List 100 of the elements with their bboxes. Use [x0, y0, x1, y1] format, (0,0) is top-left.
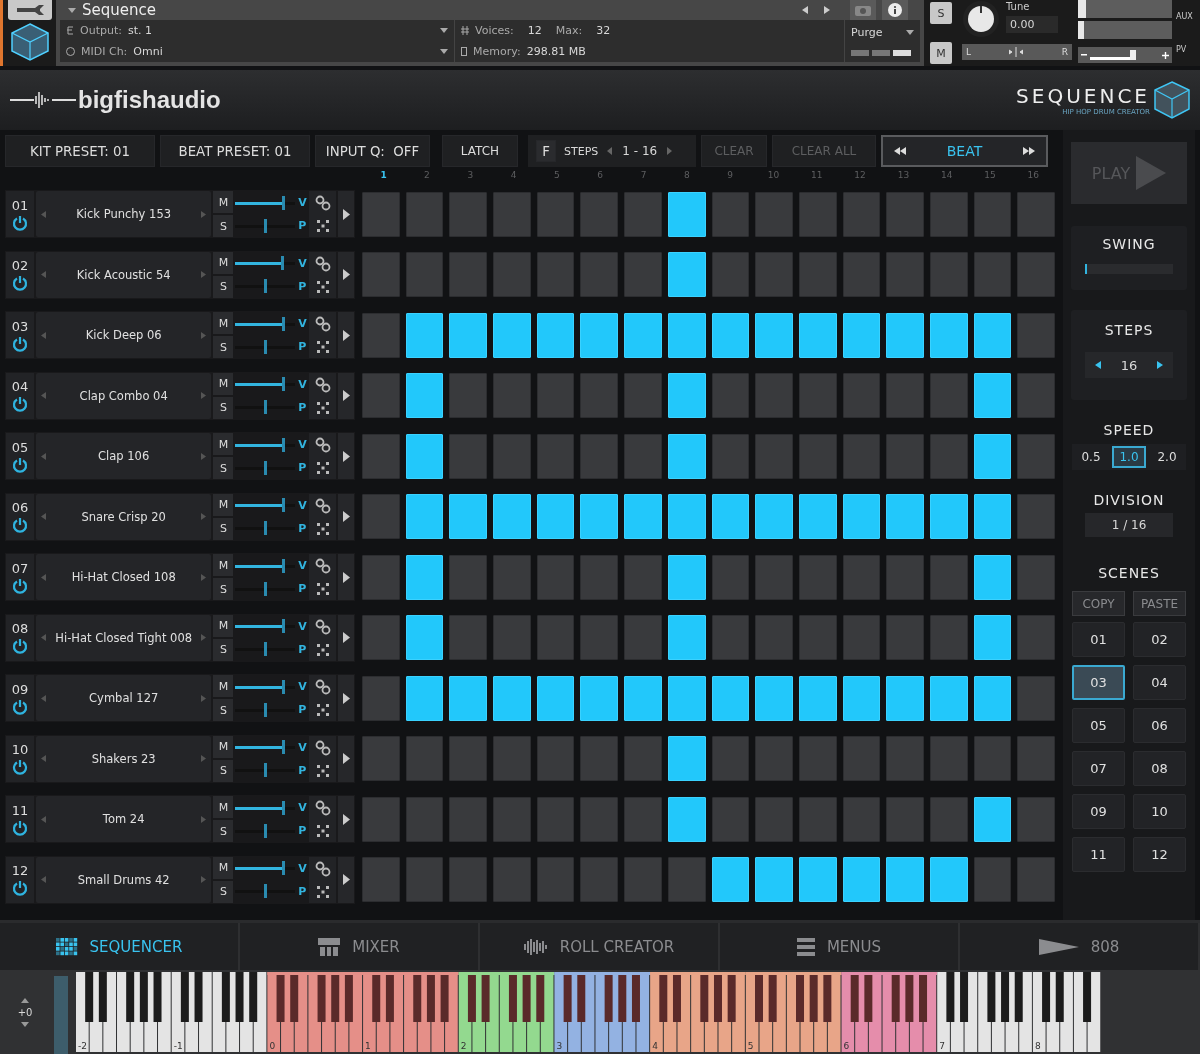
- mute-button[interactable]: M: [213, 372, 234, 395]
- solo-button[interactable]: S: [213, 820, 234, 843]
- plus-icon[interactable]: [1162, 51, 1169, 59]
- link-icon[interactable]: [314, 195, 331, 212]
- octave-keys-drawing[interactable]: [745, 972, 841, 1052]
- volume-slider[interactable]: [235, 619, 296, 634]
- pan-slider[interactable]: [235, 884, 296, 899]
- power-icon[interactable]: [11, 517, 28, 534]
- pan-slider[interactable]: [235, 823, 296, 838]
- solo-button[interactable]: S: [213, 880, 234, 903]
- pan-slider[interactable]: [235, 460, 296, 475]
- rewind-icon[interactable]: [893, 147, 907, 155]
- steps-stepper[interactable]: 16: [1085, 352, 1173, 378]
- expand-button[interactable]: [338, 554, 354, 601]
- pan-slider[interactable]: [235, 279, 296, 294]
- dice-icon[interactable]: [315, 582, 330, 597]
- scene-button[interactable]: 03: [1072, 665, 1125, 700]
- scene-button[interactable]: 06: [1133, 708, 1186, 743]
- scene-button[interactable]: 12: [1133, 837, 1186, 872]
- power-icon[interactable]: [11, 638, 28, 655]
- dice-icon[interactable]: [315, 884, 330, 899]
- mute-button[interactable]: M: [213, 675, 234, 698]
- power-icon[interactable]: [11, 396, 28, 413]
- link-icon[interactable]: [314, 618, 331, 635]
- volume-slider[interactable]: [235, 679, 296, 694]
- scene-button[interactable]: 02: [1133, 622, 1186, 657]
- power-icon[interactable]: [11, 880, 28, 897]
- link-icon[interactable]: [314, 800, 331, 817]
- mute-button[interactable]: M: [213, 856, 234, 879]
- link-icon[interactable]: [314, 860, 331, 877]
- volume-slider[interactable]: [235, 437, 296, 452]
- scene-button[interactable]: 05: [1072, 708, 1125, 743]
- speed-option[interactable]: 2.0: [1150, 446, 1184, 468]
- scene-button[interactable]: 07: [1072, 751, 1125, 786]
- up-arrow-icon[interactable]: [21, 997, 29, 1003]
- power-icon[interactable]: [11, 698, 28, 715]
- expand-button[interactable]: [338, 856, 354, 903]
- solo-button[interactable]: S: [930, 2, 952, 24]
- scene-button[interactable]: 04: [1133, 665, 1186, 700]
- dice-icon[interactable]: [315, 461, 330, 476]
- scene-button[interactable]: 01: [1072, 622, 1125, 657]
- solo-button[interactable]: S: [213, 578, 234, 601]
- solo-button[interactable]: S: [213, 215, 234, 238]
- octave-keys-drawing[interactable]: [937, 972, 1032, 1052]
- volume-slider[interactable]: [235, 377, 296, 392]
- mute-button[interactable]: M: [213, 554, 234, 577]
- link-icon[interactable]: [314, 679, 331, 696]
- previous-arrow-icon[interactable]: [802, 6, 808, 14]
- dice-icon[interactable]: [315, 521, 330, 536]
- octave-keys-drawing[interactable]: [171, 972, 267, 1052]
- power-icon[interactable]: [11, 275, 28, 292]
- link-icon[interactable]: [314, 316, 331, 333]
- power-icon[interactable]: [11, 456, 28, 473]
- link-icon[interactable]: [314, 437, 331, 454]
- volume-slider[interactable]: [235, 316, 296, 331]
- power-icon[interactable]: [11, 819, 28, 836]
- octave-keys-drawing[interactable]: [458, 972, 554, 1052]
- pan-handle-icon[interactable]: [1009, 47, 1024, 57]
- solo-button[interactable]: S: [213, 759, 234, 782]
- solo-button[interactable]: S: [213, 699, 234, 722]
- pan-slider[interactable]: L R: [962, 44, 1072, 60]
- tune-knob[interactable]: [962, 0, 1000, 38]
- speed-option[interactable]: 0.5: [1074, 446, 1108, 468]
- expand-button[interactable]: [338, 493, 354, 540]
- scene-button[interactable]: 10: [1133, 794, 1186, 829]
- expand-button[interactable]: [338, 796, 354, 843]
- power-icon[interactable]: [11, 577, 28, 594]
- mute-button[interactable]: M: [213, 614, 234, 637]
- dice-icon[interactable]: [315, 279, 330, 294]
- kit-preset-selector[interactable]: KIT PRESET: 01: [5, 135, 155, 167]
- octave-keys-drawing[interactable]: [650, 972, 745, 1052]
- volume-slider[interactable]: [235, 740, 296, 755]
- volume-slider[interactable]: [235, 558, 296, 573]
- speed-option[interactable]: 1.0: [1112, 446, 1146, 468]
- volume-slider[interactable]: [235, 195, 296, 210]
- pan-slider[interactable]: [235, 218, 296, 233]
- down-arrow-icon[interactable]: [21, 1021, 29, 1027]
- volume-slider[interactable]: [235, 498, 296, 513]
- wrench-button[interactable]: [7, 0, 52, 20]
- volume-slider[interactable]: [235, 800, 296, 815]
- mute-button[interactable]: M: [213, 796, 234, 819]
- copy-button[interactable]: COPY: [1072, 591, 1125, 616]
- purge-dropdown[interactable]: Purge: [851, 25, 883, 39]
- expand-button[interactable]: [338, 312, 354, 359]
- beat-preset-selector[interactable]: BEAT PRESET: 01: [160, 135, 310, 167]
- pan-slider[interactable]: [235, 521, 296, 536]
- pan-slider[interactable]: [235, 581, 296, 596]
- info-button[interactable]: [882, 0, 908, 20]
- input-quantize-button[interactable]: INPUT Q: OFF: [315, 135, 430, 167]
- expand-button[interactable]: [338, 372, 354, 419]
- latch-button[interactable]: LATCH: [442, 135, 518, 167]
- scene-button[interactable]: 09: [1072, 794, 1125, 829]
- solo-button[interactable]: S: [213, 336, 234, 359]
- volume-slider[interactable]: [235, 256, 296, 271]
- expand-button[interactable]: [338, 735, 354, 782]
- scene-button[interactable]: 11: [1072, 837, 1125, 872]
- octave-keys-drawing[interactable]: [76, 972, 171, 1052]
- mute-button[interactable]: M: [213, 191, 234, 214]
- scene-button[interactable]: 08: [1133, 751, 1186, 786]
- dice-icon[interactable]: [315, 400, 330, 415]
